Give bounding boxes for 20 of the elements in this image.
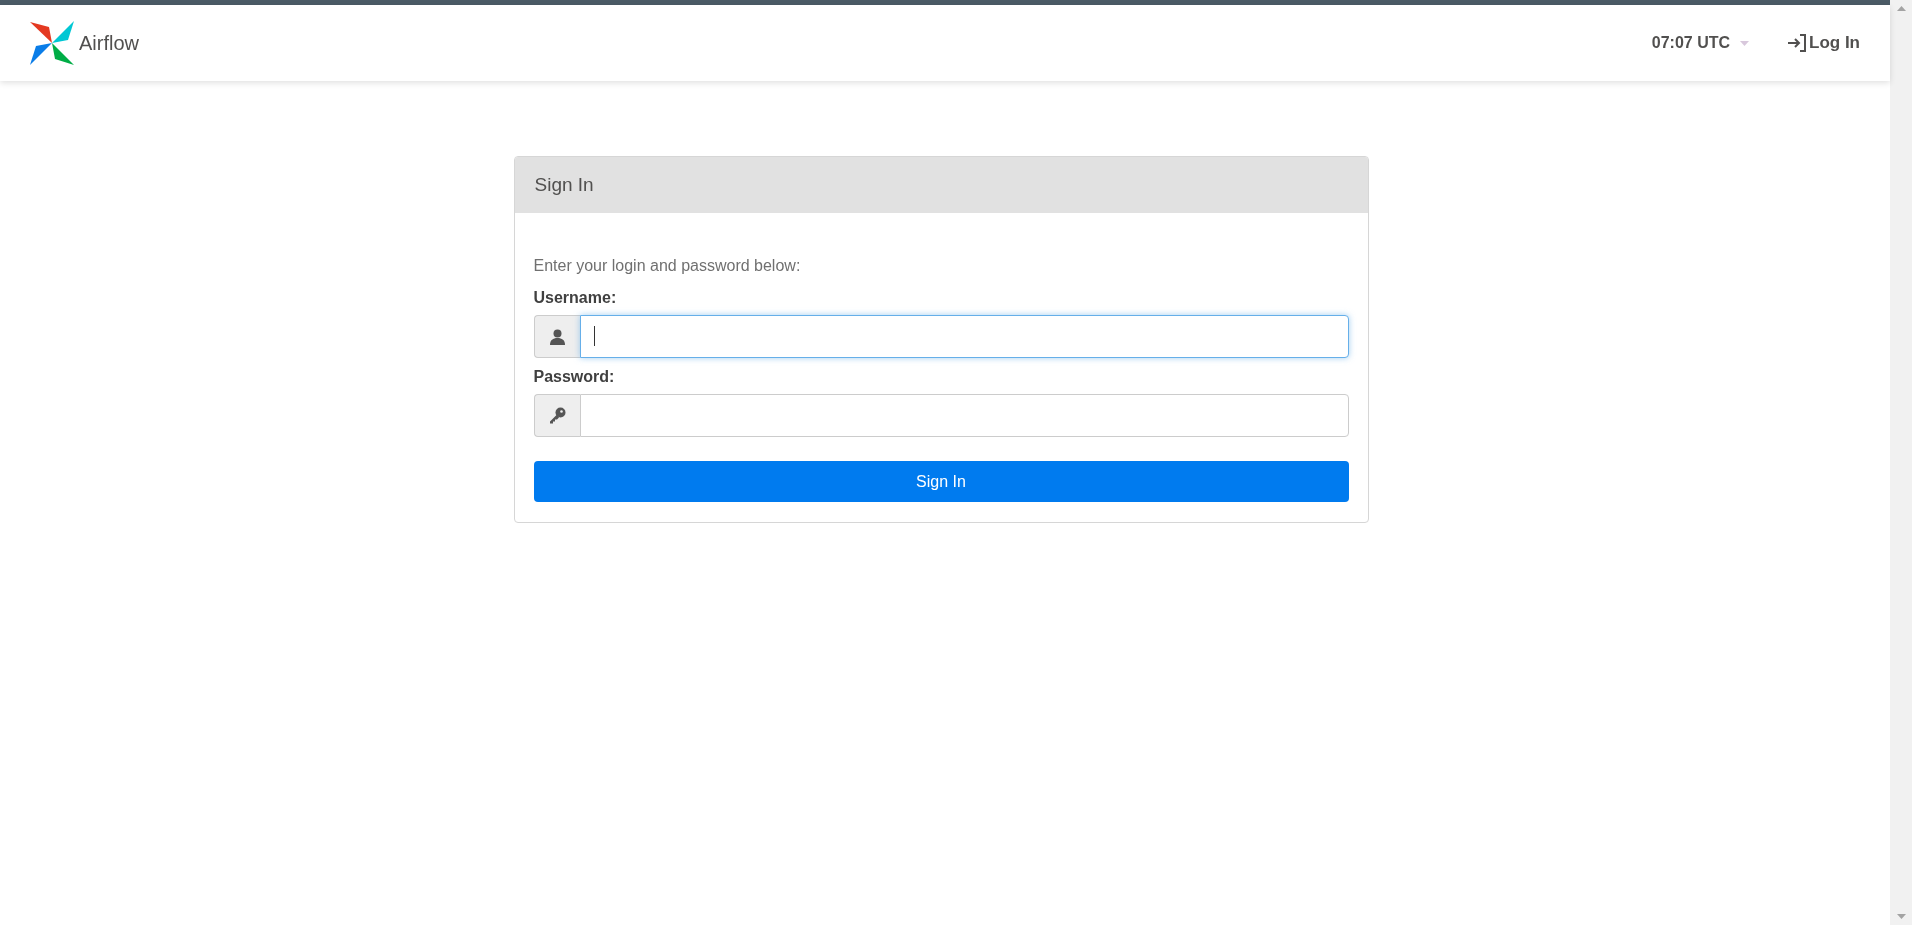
airflow-logo[interactable]: Airflow [30,20,139,66]
key-icon [548,407,566,424]
scroll-up-icon[interactable] [1896,6,1906,11]
user-icon [549,328,565,345]
field-label: Password: [533,368,616,386]
instructions-text: Enter your login and password below: [533,257,802,275]
text-cursor [593,326,595,346]
input-field[interactable] [579,394,1349,437]
scrollbar[interactable] [1890,0,1912,925]
caret-icon [1740,40,1749,46]
sign-in-button[interactable]: Sign In [533,461,1349,502]
input-field[interactable] [579,315,1349,358]
clock-dropdown[interactable]: 07:07 UTC [1651,34,1749,52]
brand-name: Airflow [79,31,139,55]
scroll-down-icon[interactable] [1896,914,1906,919]
pinwheel-icon [30,20,75,66]
login-icon [1787,34,1807,52]
login-link[interactable]: Log In [1787,33,1860,53]
card-title: Sign In [534,174,594,196]
field-label: Username: [533,289,618,307]
